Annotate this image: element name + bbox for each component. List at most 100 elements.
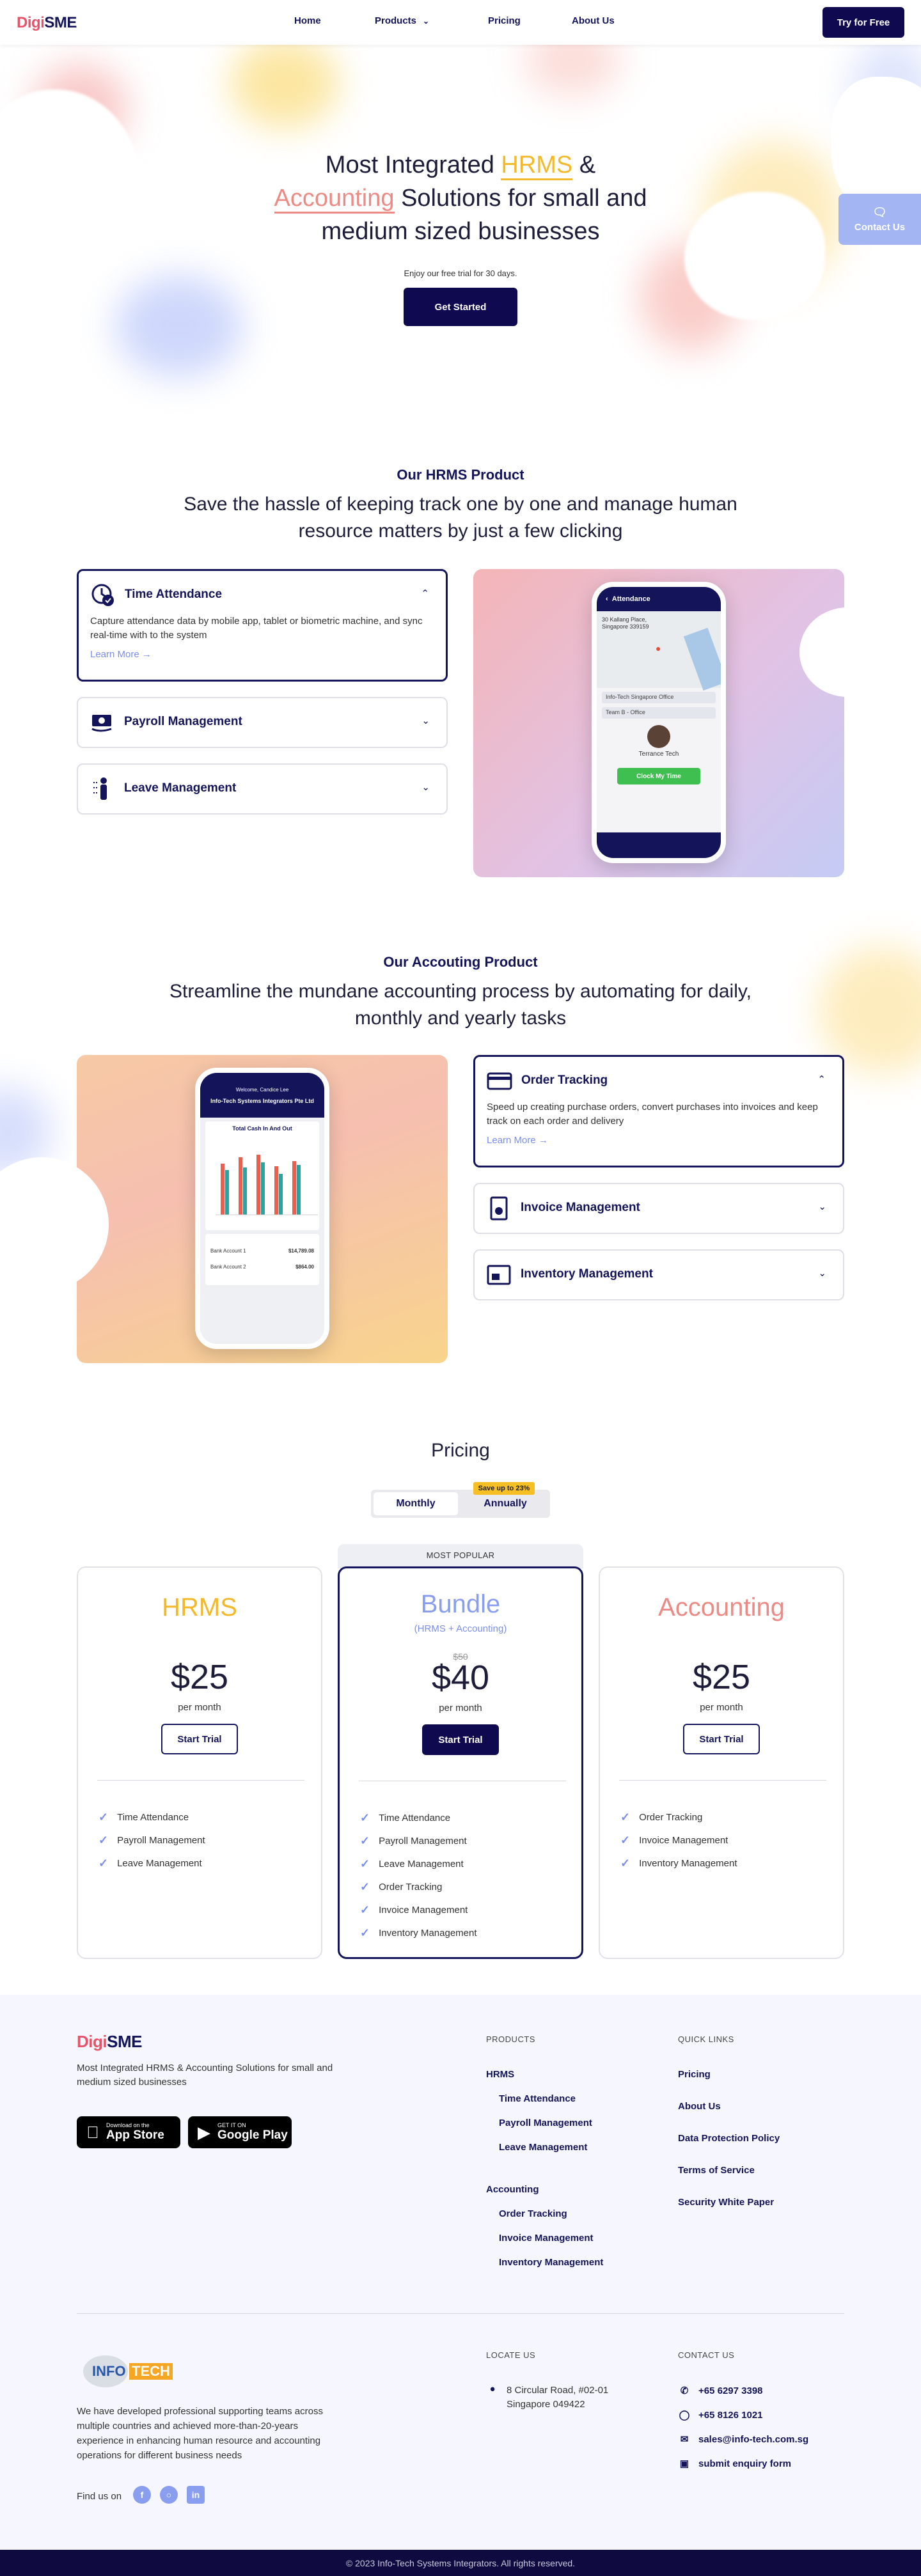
check-icon: ✓ [360, 1880, 370, 1893]
linkedin-icon[interactable]: in [187, 2486, 205, 2504]
accordion-leave-management[interactable]: Leave Management ⌄ [77, 763, 448, 815]
enquiry-form-link[interactable]: ▣ submit enquiry form [678, 2458, 791, 2470]
start-trial-button[interactable]: Start Trial [683, 1724, 760, 1754]
facebook-icon[interactable]: f [133, 2486, 151, 2504]
accordion-title: Invoice Management [521, 1201, 640, 1214]
learn-more-link[interactable]: Learn More → [487, 1135, 831, 1146]
plan-price: $25 [170, 1658, 229, 1696]
nav-products[interactable]: Products ⌄ [375, 15, 429, 26]
accordion-inventory-management[interactable]: Inventory Management ⌄ [473, 1249, 844, 1300]
check-icon: ✓ [360, 1811, 370, 1824]
check-icon: ✓ [360, 1834, 370, 1847]
nav-pricing[interactable]: Pricing [488, 15, 521, 26]
feature-label: Invoice Management [379, 1904, 468, 1916]
whatsapp-link[interactable]: ◯ +65 8126 1021 [678, 2409, 763, 2421]
decor-blob [115, 275, 243, 377]
footer: DigiSME Most Integrated HRMS & Accountin… [0, 1995, 921, 2550]
copyright-bar: © 2023 Info-Tech Systems Integrators. Al… [0, 2550, 921, 2576]
logo-info-text: INFO [92, 2363, 126, 2379]
check-icon: ✓ [360, 1857, 370, 1870]
info-tech-logo[interactable]: INFO TECH [83, 2354, 179, 2389]
phone-number: +65 6297 3398 [698, 2385, 763, 2396]
start-trial-button[interactable]: Start Trial [422, 1724, 499, 1755]
hrms-kicker: Our HRMS Product [397, 467, 524, 483]
hero-title-text: Solutions for small and [394, 185, 647, 212]
accordion-order-tracking[interactable]: Order Tracking ⌃ Speed up creating purch… [473, 1055, 844, 1167]
products-heading: PRODUCTS [486, 2034, 535, 2044]
footer-link-hrms[interactable]: HRMS [486, 2069, 514, 2080]
start-trial-button[interactable]: Start Trial [161, 1724, 238, 1754]
monthly-option[interactable]: Monthly [374, 1492, 458, 1515]
contact-us-tab[interactable]: 🗨 Contact Us [838, 194, 921, 245]
map-pin-icon: ● [656, 643, 661, 653]
footer-link-invoice[interactable]: Invoice Management [499, 2233, 594, 2244]
nav-home[interactable]: Home [294, 15, 321, 26]
phone-header: ‹ Attendance [597, 587, 721, 611]
chevron-up-icon: ⌃ [421, 588, 429, 599]
footer-link-data-protection[interactable]: Data Protection Policy [678, 2133, 780, 2144]
accordion-time-attendance[interactable]: Time Attendance ⌃ Capture attendance dat… [77, 569, 448, 682]
learn-more-link[interactable]: Learn More → [90, 649, 434, 660]
footer-link-order-tracking[interactable]: Order Tracking [499, 2208, 567, 2219]
google-play-badge[interactable]: ▶ GET IT ON Google Play [188, 2116, 292, 2148]
footer-link-terms[interactable]: Terms of Service [678, 2165, 755, 2176]
locate-us-heading: LOCATE US [486, 2350, 536, 2360]
footer-logo[interactable]: DigiSME [77, 2032, 142, 2052]
logo-prefix: Digi [77, 2032, 107, 2051]
plan-features: ✓ Time Attendance ✓ Payroll Management ✓ Le… [360, 1806, 477, 1944]
hero-title-text: Most Integrated [325, 152, 501, 178]
cash-bar-chart [216, 1155, 318, 1215]
bank-account-value: $864.00 [295, 1264, 314, 1270]
person-leave-icon [90, 776, 115, 802]
chevron-down-icon: ⌄ [421, 715, 430, 726]
accordion-payroll-management[interactable]: Payroll Management ⌄ [77, 697, 448, 748]
footer-link-about[interactable]: About Us [678, 2101, 721, 2112]
feature-item: ✓ Payroll Management [98, 1829, 205, 1852]
info-tech-logo-mark: INFO TECH [83, 2354, 179, 2389]
instagram-icon[interactable]: ○ [160, 2486, 178, 2504]
digisme-logo[interactable]: DigiSME [17, 14, 77, 32]
footer-link-payroll[interactable]: Payroll Management [499, 2118, 592, 2128]
bank-account-value: $14,789.08 [288, 1248, 314, 1254]
payroll-cash-icon [90, 710, 115, 735]
footer-divider [77, 2313, 844, 2314]
footer-link-inventory[interactable]: Inventory Management [499, 2257, 603, 2268]
accordion-title: Order Tracking [521, 1073, 608, 1087]
clock-my-time-button[interactable]: Clock My Time [617, 768, 700, 785]
feature-item: ✓ Leave Management [360, 1852, 477, 1875]
bank-account-row[interactable]: Bank Account 2 $864.00 [210, 1264, 314, 1270]
credit-card-icon [487, 1068, 512, 1094]
invoice-icon [486, 1196, 512, 1221]
team-select[interactable]: Team B - Office [602, 707, 716, 719]
try-for-free-button[interactable]: Try for Free [823, 7, 904, 38]
feature-label: Inventory Management [639, 1857, 737, 1869]
footer-link-leave[interactable]: Leave Management [499, 2142, 587, 2153]
footer-link-pricing[interactable]: Pricing [678, 2069, 711, 2080]
office-select[interactable]: Info-Tech Singapore Office [602, 692, 716, 703]
phone-header: Welcome, Candice Lee Info-Tech Systems I… [200, 1073, 324, 1118]
nav-about[interactable]: About Us [572, 15, 615, 26]
feature-label: Leave Management [379, 1858, 464, 1870]
footer-link-time-attendance[interactable]: Time Attendance [499, 2093, 576, 2104]
footer-link-security[interactable]: Security White Paper [678, 2197, 774, 2208]
bank-account-name: Bank Account 1 [210, 1248, 246, 1254]
whatsapp-icon: ◯ [679, 2410, 690, 2421]
accounting-kicker: Our Accouting Product [383, 954, 538, 970]
feature-label: Inventory Management [379, 1927, 477, 1939]
accordion-invoice-management[interactable]: Invoice Management ⌄ [473, 1183, 844, 1234]
email-link[interactable]: ✉ sales@info-tech.com.sg [678, 2433, 808, 2446]
phone-link[interactable]: ✆ +65 6297 3398 [678, 2385, 763, 2397]
accordion-description: Capture attendance data by mobile app, t… [90, 616, 423, 641]
bank-account-row[interactable]: Bank Account 1 $14,789.08 [210, 1248, 314, 1254]
plan-features: ✓ Time Attendance ✓ Payroll Management ✓ Le… [98, 1806, 205, 1875]
divider [619, 1780, 826, 1781]
feature-label: Leave Management [117, 1857, 202, 1869]
plan-period: per month [439, 1703, 482, 1713]
get-started-button[interactable]: Get Started [404, 288, 517, 326]
annually-option[interactable]: Annually [463, 1492, 547, 1515]
footer-link-accounting[interactable]: Accounting [486, 2184, 539, 2195]
find-us-label: Find us on [77, 2491, 122, 2502]
app-store-badge[interactable]:  Download on theApp Store [77, 2116, 180, 2148]
clock-check-icon [90, 582, 116, 608]
map-river [683, 627, 721, 691]
